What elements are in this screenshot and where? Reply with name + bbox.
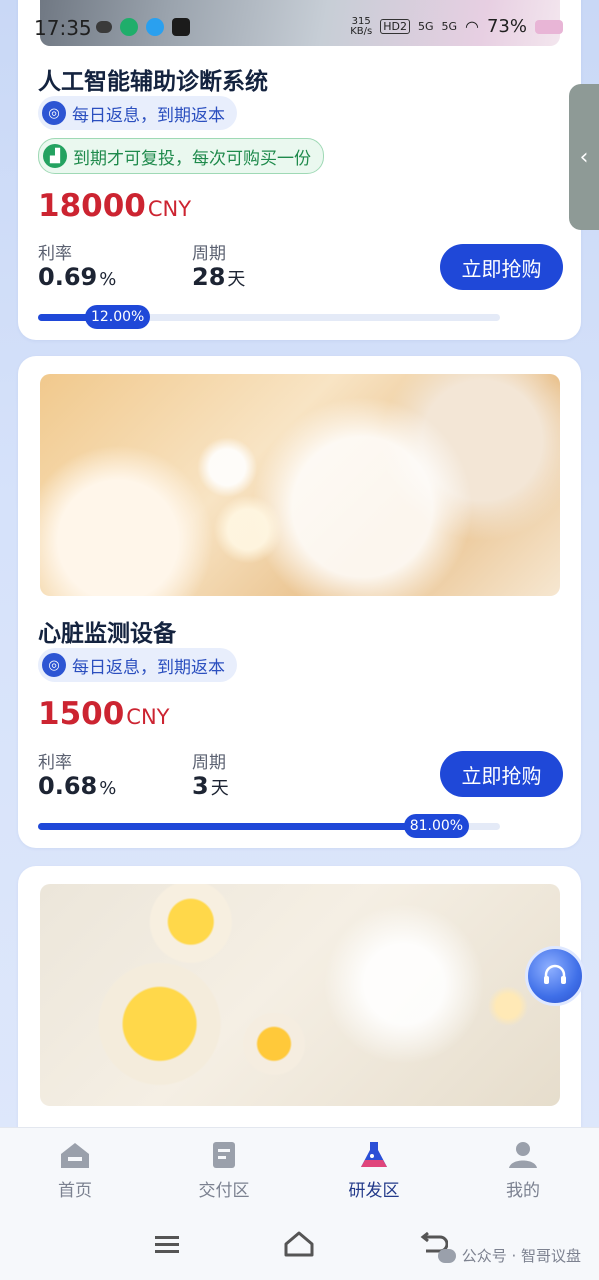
delivery-icon — [213, 1142, 235, 1168]
status-time: 17:35 — [34, 16, 92, 40]
wechat-icon — [96, 21, 112, 33]
progress-bar: 12.00% — [38, 305, 500, 329]
tab-home[interactable]: 首页 — [30, 1140, 120, 1201]
signal-icon-2: 5G — [441, 20, 458, 33]
battery-icon — [535, 19, 563, 34]
period-label: 周期 — [192, 753, 226, 773]
progress-percent: 12.00% — [84, 305, 151, 329]
app-icon — [120, 18, 138, 36]
progress-fill — [38, 823, 413, 830]
product-title: 心脏监测设备 — [38, 621, 176, 647]
wechat-official-icon — [437, 1248, 456, 1263]
progress-bar: 81.00% — [38, 814, 500, 838]
drop-icon — [146, 18, 164, 36]
signal-icon-1: 5G — [417, 20, 434, 33]
side-drawer-handle[interactable]: ‹ — [569, 84, 599, 230]
customer-support-button[interactable] — [525, 946, 585, 1006]
buy-now-button[interactable]: 立即抢购 — [440, 751, 563, 797]
tab-delivery[interactable]: 交付区 — [179, 1140, 269, 1201]
tab-research[interactable]: 研发区 — [329, 1140, 419, 1201]
buy-now-button[interactable]: 立即抢购 — [440, 244, 563, 290]
product-card[interactable] — [18, 866, 581, 1156]
period-label: 周期 — [192, 244, 226, 264]
bottom-tab-bar: 首页 交付区 研发区 我的 — [0, 1127, 599, 1218]
chevron-left-icon: ‹ — [579, 144, 589, 170]
price: 1500CNY — [38, 696, 170, 732]
system-nav-bar: 公众号 · 智哥议盘 — [0, 1217, 599, 1280]
product-title: 人工智能辅助诊断系统 — [38, 69, 268, 95]
headset-icon — [544, 964, 566, 984]
watermark: 公众号 · 智哥议盘 — [437, 1245, 581, 1266]
tiktok-icon — [172, 18, 190, 36]
coin-icon: ◎ — [42, 101, 66, 125]
hd-icon: HD2 — [380, 19, 410, 34]
period-value: 3天 — [192, 772, 229, 800]
status-notification-icons — [96, 18, 190, 36]
status-bar: 17:35 315 KB/s HD2 5G 5G ◠ 73% — [0, 0, 599, 46]
tab-mine[interactable]: 我的 — [478, 1140, 568, 1201]
progress-percent: 81.00% — [403, 814, 470, 838]
status-right: 315 KB/s HD2 5G 5G ◠ 73% — [350, 16, 563, 37]
product-image — [40, 884, 560, 1106]
tag-daily-interest: ◎ 每日返息，到期返本 — [38, 96, 237, 130]
product-image — [40, 374, 560, 596]
tag-reinvest-rule: ▟ 到期才可复投，每次可购买一份 — [38, 138, 324, 174]
wifi-icon: ◠ — [465, 17, 479, 36]
network-speed: 315 KB/s — [350, 15, 373, 37]
rate-label: 利率 — [38, 753, 72, 773]
tag-daily-interest: ◎ 每日返息，到期返本 — [38, 648, 237, 682]
product-card[interactable]: 人工智能辅助诊断系统 ◎ 每日返息，到期返本 ▟ 到期才可复投，每次可购买一份 … — [18, 0, 581, 340]
price: 18000CNY — [38, 188, 192, 224]
battery-level: 73% — [486, 16, 527, 37]
flask-icon — [361, 1142, 387, 1167]
menu-icon[interactable] — [152, 1229, 182, 1259]
home-nav-icon[interactable] — [283, 1229, 315, 1259]
user-icon — [509, 1142, 537, 1168]
home-icon — [61, 1143, 89, 1168]
rate-label: 利率 — [38, 244, 72, 264]
rate-value: 0.68% — [38, 772, 117, 800]
period-value: 28 天 — [192, 263, 246, 291]
chart-icon: ▟ — [43, 144, 67, 168]
coin-icon: ◎ — [42, 653, 66, 677]
product-card[interactable]: 心脏监测设备 ◎ 每日返息，到期返本 1500CNY 利率 0.68% 周期 3… — [18, 356, 581, 848]
rate-value: 0.69% — [38, 263, 117, 291]
